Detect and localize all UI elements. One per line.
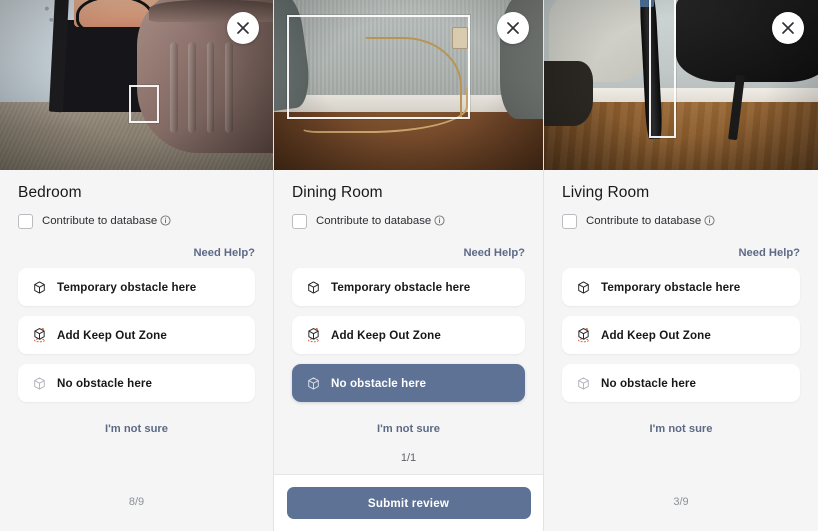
cube-icon — [576, 280, 591, 295]
option-label: Temporary obstacle here — [331, 280, 471, 294]
not-sure-row: I'm not sure — [18, 423, 255, 435]
room-title: Living Room — [562, 184, 650, 201]
cube-icon — [306, 280, 321, 295]
option-label: No obstacle here — [57, 376, 153, 390]
option-no-obstacle[interactable]: No obstacle here — [562, 364, 800, 402]
option-label: Add Keep Out Zone — [57, 328, 167, 342]
detection-bounding-box — [129, 85, 159, 123]
info-icon[interactable] — [704, 214, 715, 229]
contribute-to-database-row[interactable]: Contribute to database — [18, 214, 255, 229]
review-counter: 8/9 — [0, 473, 273, 531]
option-list: Temporary obstacle here Add Keep Out Zon… — [292, 268, 525, 402]
panel-body: Dining Room Contribute to database Need … — [274, 170, 543, 441]
review-panel-bedroom: Bedroom Contribute to database Need Help… — [0, 0, 273, 531]
not-sure-row: I'm not sure — [562, 423, 800, 435]
need-help-link[interactable]: Need Help? — [193, 247, 255, 259]
cube-outline-icon — [32, 376, 47, 391]
cube-keepout-icon — [576, 327, 591, 343]
detection-bounding-box — [649, 0, 676, 138]
contribute-text: Contribute to database — [316, 214, 432, 227]
obstacle-photo-living-room[interactable] — [544, 0, 818, 170]
contribute-checkbox[interactable] — [18, 214, 33, 229]
option-label: Add Keep Out Zone — [331, 328, 441, 342]
option-list: Temporary obstacle here Add Keep Out Zon… — [562, 268, 800, 402]
review-panel-dining-room: Dining Room Contribute to database Need … — [273, 0, 543, 531]
option-add-keep-out-zone[interactable]: Add Keep Out Zone — [18, 316, 255, 354]
review-counter: 1/1 — [274, 441, 543, 475]
contribute-label: Contribute to database — [42, 215, 171, 229]
option-label: Temporary obstacle here — [57, 280, 197, 294]
need-help-link[interactable]: Need Help? — [463, 247, 525, 259]
info-icon[interactable] — [160, 214, 171, 229]
need-help-row: Need Help? — [562, 247, 800, 259]
need-help-row: Need Help? — [18, 247, 255, 259]
cube-keepout-icon — [32, 327, 47, 343]
option-temporary-obstacle[interactable]: Temporary obstacle here — [562, 268, 800, 306]
detection-bounding-box — [287, 15, 470, 119]
option-no-obstacle[interactable]: No obstacle here — [292, 364, 525, 402]
contribute-checkbox[interactable] — [562, 214, 577, 229]
contribute-label: Contribute to database — [316, 215, 445, 229]
option-temporary-obstacle[interactable]: Temporary obstacle here — [18, 268, 255, 306]
close-icon[interactable] — [227, 12, 259, 44]
contribute-text: Contribute to database — [586, 214, 702, 227]
cube-keepout-icon — [306, 327, 321, 343]
option-add-keep-out-zone[interactable]: Add Keep Out Zone — [292, 316, 525, 354]
option-label: No obstacle here — [331, 376, 427, 390]
option-temporary-obstacle[interactable]: Temporary obstacle here — [292, 268, 525, 306]
im-not-sure-link[interactable]: I'm not sure — [650, 423, 713, 435]
submit-bar: Submit review — [274, 475, 543, 531]
not-sure-row: I'm not sure — [292, 423, 525, 435]
contribute-checkbox[interactable] — [292, 214, 307, 229]
option-list: Temporary obstacle here Add Keep Out Zon… — [18, 268, 255, 402]
contribute-to-database-row[interactable]: Contribute to database — [292, 214, 525, 229]
option-no-obstacle[interactable]: No obstacle here — [18, 364, 255, 402]
close-icon[interactable] — [497, 12, 529, 44]
info-icon[interactable] — [434, 214, 445, 229]
panel-body: Living Room Contribute to database Need … — [544, 170, 818, 473]
panel-body: Bedroom Contribute to database Need Help… — [0, 170, 273, 473]
option-label: No obstacle here — [601, 376, 697, 390]
obstacle-photo-bedroom[interactable] — [0, 0, 273, 170]
option-label: Temporary obstacle here — [601, 280, 741, 294]
contribute-to-database-row[interactable]: Contribute to database — [562, 214, 800, 229]
cube-outline-icon — [306, 376, 321, 391]
contribute-label: Contribute to database — [586, 215, 715, 229]
need-help-link[interactable]: Need Help? — [738, 247, 800, 259]
room-title: Dining Room — [292, 184, 383, 201]
im-not-sure-link[interactable]: I'm not sure — [105, 423, 168, 435]
room-title: Bedroom — [18, 184, 82, 201]
cube-icon — [32, 280, 47, 295]
review-counter: 3/9 — [544, 473, 818, 531]
obstacle-review-screen: Bedroom Contribute to database Need Help… — [0, 0, 818, 531]
cube-outline-icon — [576, 376, 591, 391]
obstacle-photo-dining-room[interactable] — [274, 0, 543, 170]
option-label: Add Keep Out Zone — [601, 328, 711, 342]
need-help-row: Need Help? — [292, 247, 525, 259]
option-add-keep-out-zone[interactable]: Add Keep Out Zone — [562, 316, 800, 354]
submit-review-button[interactable]: Submit review — [286, 487, 531, 519]
review-panel-living-room: Living Room Contribute to database Need … — [543, 0, 818, 531]
close-icon[interactable] — [772, 12, 804, 44]
contribute-text: Contribute to database — [42, 214, 158, 227]
im-not-sure-link[interactable]: I'm not sure — [377, 423, 440, 435]
